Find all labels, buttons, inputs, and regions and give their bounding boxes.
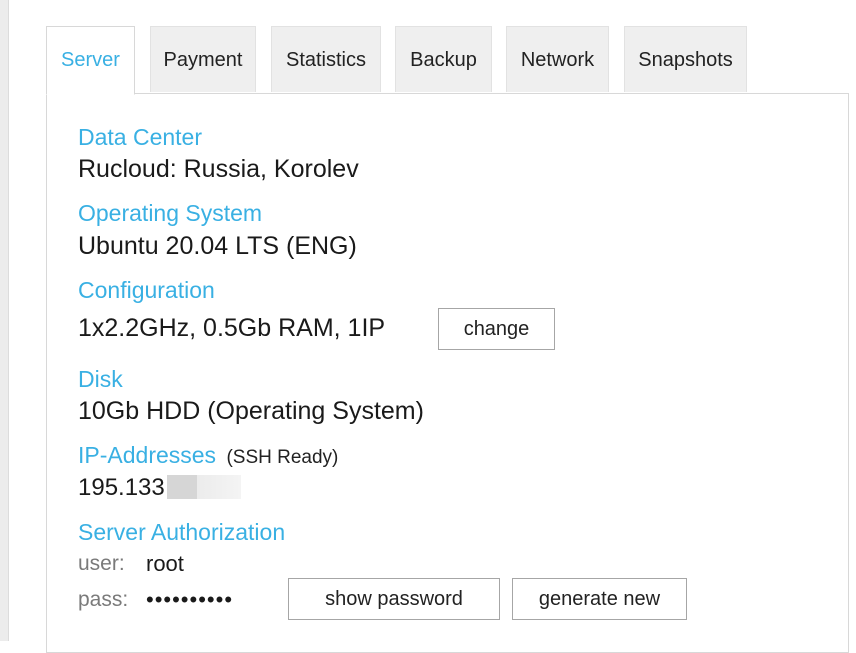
generate-new-password-button[interactable]: generate new xyxy=(512,578,687,620)
configuration-value: 1x2.2GHz, 0.5Gb RAM, 1IP xyxy=(78,314,386,342)
redacted-block xyxy=(166,474,241,499)
ip-address-value: 195.133 xyxy=(78,474,165,501)
ip-addresses-title: IP-Addresses (SSH Ready) xyxy=(78,442,338,469)
server-authorization-title: Server Authorization xyxy=(78,519,286,545)
tab-server[interactable]: Server xyxy=(46,26,135,95)
ssh-ready-note: (SSH Ready) xyxy=(226,447,339,468)
password-masked: •••••••••• xyxy=(146,587,234,612)
disk-title: Disk xyxy=(78,366,123,392)
pass-label: pass: xyxy=(78,588,129,611)
data-center-title: Data Center xyxy=(78,124,203,150)
show-password-button[interactable]: show password xyxy=(288,578,500,620)
ip-addresses-label: IP-Addresses xyxy=(78,442,217,468)
tab-payment[interactable]: Payment xyxy=(150,26,256,92)
ip-address-row: 195.133 xyxy=(78,474,241,502)
os-title: Operating System xyxy=(78,200,263,226)
tab-statistics[interactable]: Statistics xyxy=(271,26,381,92)
disk-value: 10Gb HDD (Operating System) xyxy=(78,397,424,425)
configuration-title: Configuration xyxy=(78,277,215,303)
left-edge-strip xyxy=(0,0,9,641)
tab-network[interactable]: Network xyxy=(506,26,609,92)
tab-snapshots[interactable]: Snapshots xyxy=(624,26,747,92)
user-label: user: xyxy=(78,552,125,575)
os-value: Ubuntu 20.04 LTS (ENG) xyxy=(78,232,357,260)
data-center-value: Rucloud: Russia, Korolev xyxy=(78,155,359,183)
change-configuration-button[interactable]: change xyxy=(438,308,555,350)
user-value: root xyxy=(146,551,184,576)
tab-backup[interactable]: Backup xyxy=(395,26,492,92)
